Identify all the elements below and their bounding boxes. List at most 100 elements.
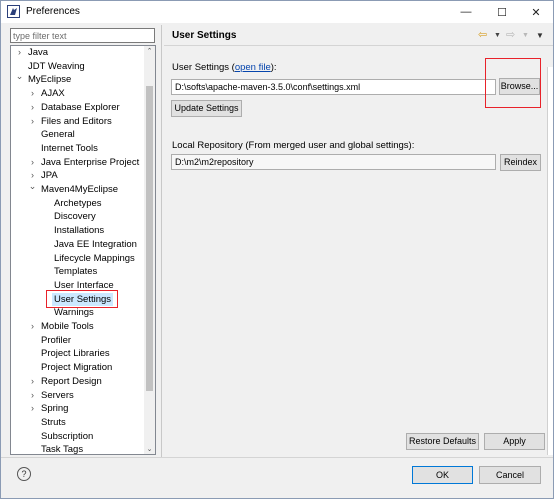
tree-item-label: Subscription — [41, 430, 94, 442]
tree-item[interactable]: JDT Weaving — [11, 60, 145, 74]
open-file-link[interactable]: open file — [235, 62, 271, 73]
tree-item-label: Maven4MyEclipse — [41, 184, 119, 195]
tree-item[interactable]: › Mobile Tools — [11, 320, 145, 334]
tree-item-label: JPA — [41, 170, 58, 182]
footer-separator — [1, 457, 553, 458]
view-menu-icon[interactable]: ▼ — [536, 31, 544, 40]
tree-item-label: General — [41, 129, 75, 141]
preferences-tree[interactable]: Task Tags Subscription Struts › Spring › Serve… — [10, 45, 156, 455]
tree-item-label: Report Design — [41, 375, 102, 387]
tree-item[interactable]: ⌄ Maven4MyEclipse — [11, 181, 145, 197]
app-icon — [7, 5, 20, 18]
tree-item[interactable]: Profiler — [11, 334, 145, 348]
tree-item-label: MyEclipse — [28, 74, 72, 86]
tree-item[interactable]: Java EE Integration — [11, 238, 145, 252]
tree-highlight-box — [46, 290, 118, 308]
scroll-down-icon[interactable]: ⌄ — [144, 445, 155, 453]
maximize-button[interactable]: ☐ — [489, 1, 515, 23]
back-arrow-icon[interactable]: ⇦ — [478, 28, 487, 41]
expand-right-icon[interactable]: › — [28, 115, 37, 129]
reindex-button[interactable]: Reindex — [500, 154, 541, 171]
tree-item[interactable]: Task Tags — [11, 443, 145, 455]
preferences-window: Preferences — ☐ ✕ Task Tags Subscription S… — [0, 0, 554, 499]
tree-item[interactable]: Subscription — [11, 430, 145, 444]
tree-item[interactable]: Internet Tools — [11, 142, 145, 156]
tree-item-label: Warnings — [54, 307, 94, 319]
tree-item-label: Struts — [41, 416, 66, 428]
back-dropdown-icon[interactable]: ▼ — [494, 32, 501, 39]
local-repository-label: Local Repository (From merged user and g… — [172, 140, 415, 151]
tree-item[interactable]: Project Libraries — [11, 347, 145, 361]
expand-right-icon[interactable]: › — [28, 375, 37, 389]
browse-highlight-box — [485, 58, 541, 108]
tree-item[interactable]: General — [11, 128, 145, 142]
tree-item-label: Task Tags — [41, 444, 84, 455]
tree-item-label: Database Explorer — [41, 101, 120, 113]
tree-scrollbar[interactable]: ⌃ ⌄ — [144, 46, 155, 454]
pane-divider[interactable] — [161, 25, 162, 457]
tree-item-label: Templates — [54, 266, 98, 278]
tree-item[interactable]: › JPA — [11, 169, 145, 183]
tree-item-label: Files and Editors — [41, 115, 112, 127]
expand-right-icon[interactable]: › — [28, 169, 37, 183]
expand-right-icon[interactable]: › — [28, 320, 37, 334]
tree-item[interactable]: › Spring — [11, 402, 145, 416]
tree-item[interactable]: Lifecycle Mappings — [11, 252, 145, 266]
right-edge-strip — [547, 67, 553, 455]
page-title: User Settings — [172, 30, 237, 41]
tree-item[interactable]: ⌄ MyEclipse — [11, 71, 145, 87]
tree-item-label: Installations — [54, 225, 105, 237]
tree-item[interactable]: › Java — [11, 46, 145, 60]
settings-path-field[interactable]: D:\softs\apache-maven-3.5.0\conf\setting… — [171, 79, 496, 95]
filter-input[interactable] — [10, 28, 155, 43]
tree-item-label: Java Enterprise Project — [41, 156, 140, 168]
tree-item[interactable]: › Database Explorer — [11, 101, 145, 115]
window-title: Preferences — [26, 6, 80, 17]
apply-button[interactable]: Apply — [484, 433, 545, 450]
tree-item-label: Java — [28, 47, 49, 58]
expand-right-icon[interactable]: › — [28, 402, 37, 416]
minimize-button[interactable]: — — [453, 1, 479, 23]
cancel-button[interactable]: Cancel — [479, 466, 541, 484]
scroll-up-icon[interactable]: ⌃ — [144, 47, 155, 55]
tree-item[interactable]: Struts — [11, 416, 145, 430]
page-header: User Settings ⇦ ▼ ⇨ ▼ ▼ — [164, 25, 553, 45]
tree-item[interactable]: › Java Enterprise Project — [11, 156, 145, 170]
expand-right-icon[interactable]: › — [28, 101, 37, 115]
tree-item-label: Discovery — [54, 211, 96, 223]
close-button[interactable]: ✕ — [523, 1, 549, 23]
expand-right-icon[interactable]: › — [28, 87, 37, 101]
expand-right-icon[interactable]: › — [15, 46, 24, 60]
scroll-thumb[interactable] — [146, 86, 153, 391]
tree-item-label: Project Libraries — [41, 348, 110, 360]
tree-item[interactable]: Templates — [11, 265, 145, 279]
forward-dropdown-icon[interactable]: ▼ — [522, 32, 529, 39]
help-icon[interactable]: ? — [17, 467, 31, 481]
title-bar: Preferences — ☐ ✕ — [1, 1, 553, 23]
restore-defaults-button[interactable]: Restore Defaults — [406, 433, 479, 450]
expand-right-icon[interactable]: › — [28, 389, 37, 403]
tree-item-label: Servers — [41, 389, 74, 401]
tree-item-label: AJAX — [41, 88, 65, 100]
forward-arrow-icon[interactable]: ⇨ — [506, 28, 515, 41]
update-settings-button[interactable]: Update Settings — [171, 100, 242, 117]
tree-item[interactable]: › Report Design — [11, 375, 145, 389]
tree-item[interactable]: › AJAX — [11, 87, 145, 101]
tree-item[interactable]: Discovery — [11, 210, 145, 224]
user-settings-label: User Settings (open file): — [172, 62, 277, 73]
tree-item-label: Mobile Tools — [41, 321, 94, 332]
local-repository-field: D:\m2\m2repository — [171, 154, 496, 170]
header-separator — [164, 45, 553, 46]
tree-item-label: Java EE Integration — [54, 238, 137, 250]
tree-item-label: Profiler — [41, 334, 72, 346]
tree-item[interactable]: Project Migration — [11, 361, 145, 375]
tree-item[interactable]: Archetypes — [11, 197, 145, 211]
tree-item[interactable]: Warnings — [11, 306, 145, 320]
tree-item[interactable]: › Servers — [11, 389, 145, 403]
ok-button[interactable]: OK — [412, 466, 473, 484]
tree-item[interactable]: Installations — [11, 224, 145, 238]
tree-item-label: JDT Weaving — [28, 60, 85, 72]
tree-item-label: Internet Tools — [41, 142, 98, 154]
expand-right-icon[interactable]: › — [28, 156, 37, 170]
tree-item[interactable]: › Files and Editors — [11, 115, 145, 129]
